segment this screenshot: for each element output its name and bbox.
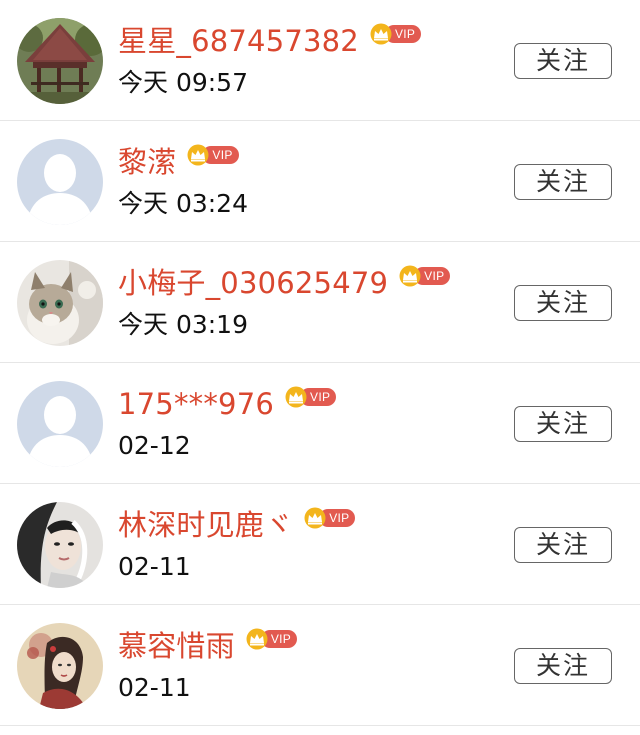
avatar[interactable] bbox=[17, 260, 103, 346]
user-name[interactable]: 175***976 bbox=[118, 383, 274, 425]
vip-badge: VIP bbox=[398, 265, 451, 287]
follow-time: 02-12 bbox=[118, 431, 191, 460]
follower-list: 星星_687457382 VIP 今天 09:57 关注 黎潆 VIP 今天 0… bbox=[0, 0, 640, 735]
follow-time: 今天 03:24 bbox=[118, 189, 248, 218]
list-item[interactable]: 星星_687457382 VIP 今天 09:57 关注 bbox=[0, 0, 640, 121]
follow-button[interactable]: 关注 bbox=[514, 527, 612, 563]
avatar[interactable] bbox=[17, 381, 103, 467]
user-name[interactable]: 小梅子_030625479 bbox=[118, 262, 388, 304]
default-avatar-icon bbox=[17, 381, 103, 467]
vip-badge: VIP bbox=[303, 507, 356, 529]
vip-badge: VIP bbox=[369, 23, 422, 45]
illustration-photo-icon bbox=[17, 623, 103, 709]
follow-time: 今天 09:57 bbox=[118, 68, 248, 97]
avatar[interactable] bbox=[17, 18, 103, 104]
crown-icon bbox=[285, 386, 307, 408]
crown-icon bbox=[187, 144, 209, 166]
name-line: 黎潆 VIP bbox=[118, 141, 239, 183]
portrait-photo-icon bbox=[17, 502, 103, 588]
follow-button[interactable]: 关注 bbox=[514, 43, 612, 79]
avatar[interactable] bbox=[17, 139, 103, 225]
crown-icon bbox=[304, 507, 326, 529]
avatar[interactable] bbox=[17, 623, 103, 709]
name-line: 林深时见鹿ヾ VIP bbox=[118, 504, 356, 546]
follow-time: 02-11 bbox=[118, 673, 191, 702]
vip-badge: VIP bbox=[186, 144, 239, 166]
name-line: 慕容惜雨 VIP bbox=[118, 625, 298, 667]
follow-button[interactable]: 关注 bbox=[514, 285, 612, 321]
crown-icon bbox=[370, 23, 392, 45]
name-line: 星星_687457382 VIP bbox=[118, 20, 422, 62]
default-avatar-icon bbox=[17, 139, 103, 225]
follow-button[interactable]: 关注 bbox=[514, 406, 612, 442]
list-item[interactable]: 黎潆 VIP 今天 03:24 关注 bbox=[0, 121, 640, 242]
crown-icon bbox=[399, 265, 421, 287]
vip-badge: VIP bbox=[245, 628, 298, 650]
crown-icon bbox=[246, 628, 268, 650]
follow-time: 02-11 bbox=[118, 552, 191, 581]
pavilion-photo-icon bbox=[17, 18, 103, 104]
follow-time: 今天 03:19 bbox=[118, 310, 248, 339]
user-name[interactable]: 星星_687457382 bbox=[118, 20, 359, 62]
user-name[interactable]: 黎潆 bbox=[118, 141, 176, 183]
follow-button[interactable]: 关注 bbox=[514, 648, 612, 684]
list-item[interactable]: 慕容惜雨 VIP 02-11 关注 bbox=[0, 605, 640, 726]
list-item[interactable]: 175***976 VIP 02-12 关注 bbox=[0, 363, 640, 484]
user-name[interactable]: 林深时见鹿ヾ bbox=[118, 504, 293, 546]
avatar[interactable] bbox=[17, 502, 103, 588]
vip-badge: VIP bbox=[284, 386, 337, 408]
user-name[interactable]: 慕容惜雨 bbox=[118, 625, 235, 667]
follow-button[interactable]: 关注 bbox=[514, 164, 612, 200]
kitten-photo-icon bbox=[17, 260, 103, 346]
name-line: 175***976 VIP bbox=[118, 383, 337, 425]
list-item[interactable]: 小梅子_030625479 VIP 今天 03:19 关注 bbox=[0, 242, 640, 363]
list-item[interactable]: 林深时见鹿ヾ VIP 02-11 关注 bbox=[0, 484, 640, 605]
name-line: 小梅子_030625479 VIP bbox=[118, 262, 451, 304]
